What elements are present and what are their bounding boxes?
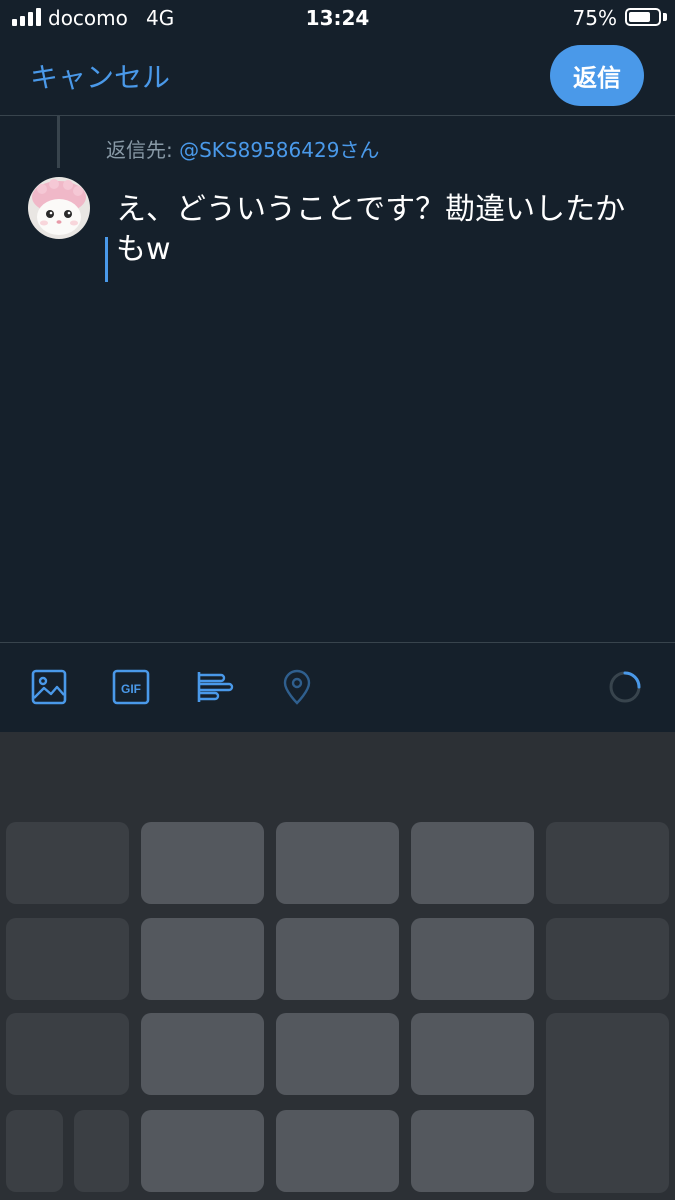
character-count-ring-icon <box>609 671 641 703</box>
keyboard-enter-key[interactable] <box>546 1013 669 1193</box>
keyboard-key[interactable] <box>411 1013 534 1095</box>
keyboard-key[interactable] <box>6 1110 63 1192</box>
battery-tip <box>663 13 667 21</box>
keyboard-key[interactable] <box>276 1110 399 1192</box>
gif-label: GIF <box>121 682 141 696</box>
gif-icon-frame: GIF <box>112 669 150 705</box>
toolbar-divider <box>0 642 675 643</box>
cancel-button[interactable]: キャンセル <box>30 56 170 96</box>
keyboard-key[interactable] <box>74 1110 129 1192</box>
keyboard-key[interactable] <box>6 1013 129 1095</box>
keyboard-key[interactable] <box>6 918 129 1000</box>
keyboard-key[interactable] <box>141 1110 264 1192</box>
keyboard-key[interactable] <box>411 822 534 904</box>
avatar-cat-icon <box>28 177 90 239</box>
header-divider <box>0 115 675 116</box>
image-icon[interactable] <box>30 668 68 706</box>
reply-to-handle[interactable]: @SKS89586429さん <box>179 138 379 162</box>
gif-icon[interactable]: GIF <box>112 668 150 706</box>
poll-icon[interactable] <box>196 668 234 706</box>
reply-to-prefix: 返信先: <box>106 138 180 162</box>
battery-icon <box>625 8 661 26</box>
status-bar: docomo 4G 13:24 75% <box>0 0 675 38</box>
keyboard-key[interactable] <box>141 822 264 904</box>
text-cursor <box>105 237 108 282</box>
keyboard-key[interactable] <box>6 822 129 904</box>
location-icon[interactable] <box>278 668 316 706</box>
reply-to-line[interactable]: 返信先: @SKS89586429さん <box>106 134 379 163</box>
keyboard-key[interactable] <box>276 918 399 1000</box>
battery-percent: 75% <box>572 6 617 30</box>
thread-line <box>57 116 60 168</box>
keyboard-key[interactable] <box>411 1110 534 1192</box>
keyboard-key[interactable] <box>546 918 669 1000</box>
avatar[interactable] <box>28 177 90 239</box>
battery-fill <box>629 12 650 22</box>
keyboard <box>0 732 675 1200</box>
keyboard-key[interactable] <box>276 1013 399 1095</box>
keyboard-key[interactable] <box>141 1013 264 1095</box>
keyboard-key[interactable] <box>276 822 399 904</box>
keyboard-key[interactable] <box>141 918 264 1000</box>
keyboard-key[interactable] <box>546 822 669 904</box>
keyboard-key[interactable] <box>411 918 534 1000</box>
reply-button[interactable]: 返信 <box>550 45 644 106</box>
tweet-text-input[interactable]: え、どういうことです？勘違いしたかもw <box>116 190 646 270</box>
compose-reply-screen: docomo 4G 13:24 75% キャンセル 返信 返信先: @SKS89… <box>0 0 675 1200</box>
